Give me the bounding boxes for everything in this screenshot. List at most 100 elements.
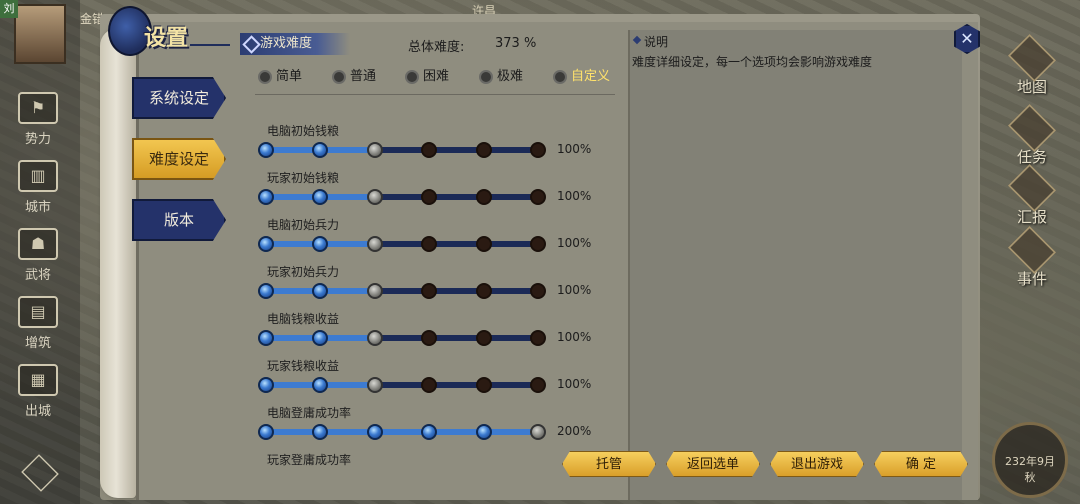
difficulty-option-easy[interactable]: 简单 [258, 68, 302, 86]
setting-slider[interactable] [258, 236, 546, 252]
rail-item-quest[interactable]: 任务 [1002, 103, 1062, 167]
ruler-avatar[interactable] [14, 4, 66, 64]
tab-system-settings[interactable]: 系统设定 [132, 77, 226, 119]
slider-knob[interactable] [312, 236, 329, 252]
setting-value: 100% [557, 377, 592, 391]
slider-knob[interactable] [530, 283, 546, 299]
setting-value: 100% [557, 142, 592, 156]
setting-label: 玩家初始钱粮 [267, 171, 340, 185]
slider-knob[interactable] [530, 236, 546, 252]
slider-knob[interactable] [421, 330, 438, 346]
description-panel [628, 30, 962, 500]
rail-item-march[interactable]: ▦ 出城 [8, 364, 68, 420]
setting-slider[interactable] [258, 142, 546, 158]
slider-knob[interactable] [258, 377, 274, 393]
setting-value: 100% [557, 236, 592, 250]
tab-version[interactable]: 版本 [132, 199, 226, 241]
setting-value: 100% [557, 283, 592, 297]
rail-item-event[interactable]: 事件 [1002, 225, 1062, 289]
difficulty-option-very-hard[interactable]: 极难 [479, 68, 523, 86]
radio-icon [405, 70, 419, 84]
slider-knob[interactable] [475, 377, 492, 393]
setting-slider[interactable] [258, 283, 546, 299]
slider-knob[interactable] [421, 142, 438, 158]
slider-knob[interactable] [366, 330, 383, 346]
setting-label: 电脑钱粮收益 [267, 312, 340, 326]
exit-game-button[interactable]: 退出游戏 [770, 451, 864, 477]
option-label: 困难 [423, 69, 450, 84]
slider-knob[interactable] [421, 283, 438, 299]
slider-knob[interactable] [475, 142, 492, 158]
difficulty-option-hard[interactable]: 困难 [405, 68, 449, 86]
radio-icon [553, 70, 567, 84]
section-title: 游戏难度 [240, 33, 350, 55]
slider-knob[interactable] [312, 424, 329, 440]
slider-knob[interactable] [421, 377, 438, 393]
difficulty-option-custom[interactable]: 自定义 [553, 68, 610, 86]
rail-item-map[interactable]: 地图 [1002, 33, 1062, 97]
slider-knob[interactable] [366, 189, 383, 205]
slider-knob[interactable] [258, 424, 274, 440]
slider-knob[interactable] [421, 236, 438, 252]
return-menu-button[interactable]: 返回选单 [666, 451, 760, 477]
slider-knob[interactable] [421, 189, 438, 205]
slider-knob[interactable] [312, 377, 329, 393]
slider-knob[interactable] [421, 424, 438, 440]
slider-knob[interactable] [475, 283, 492, 299]
march-icon: ▦ [18, 364, 58, 396]
rail-label: 增筑 [24, 336, 51, 351]
option-label: 自定义 [571, 69, 611, 84]
setting-slider[interactable] [258, 189, 546, 205]
slider-knob[interactable] [312, 283, 329, 299]
setting-label: 电脑初始兵力 [267, 218, 340, 232]
options-divider [255, 94, 615, 95]
back-arrow-icon[interactable] [21, 454, 59, 492]
slider-knob[interactable] [530, 330, 546, 346]
slider-knob[interactable] [530, 424, 546, 440]
total-difficulty-value: 373 % [495, 36, 537, 51]
setting-slider[interactable] [258, 377, 546, 393]
slider-knob[interactable] [530, 189, 546, 205]
slider-knob[interactable] [366, 142, 383, 158]
setting-label: 玩家钱粮收益 [267, 359, 340, 373]
rail-item-city[interactable]: ▥ 城市 [8, 160, 68, 216]
slider-knob[interactable] [366, 424, 383, 440]
rail-item-build[interactable]: ▤ 增筑 [8, 296, 68, 352]
slider-knob[interactable] [258, 330, 274, 346]
description-text: 难度详细设定，每一个选项均会影响游戏难度 [632, 55, 873, 69]
setting-value: 100% [557, 330, 592, 344]
rail-label: 势力 [24, 132, 51, 147]
rail-item-report[interactable]: 汇报 [1002, 163, 1062, 227]
left-nav-rail: 刘 ⚑ 势力 ▥ 城市 ☗ 武将 ▤ 增筑 ▦ 出城 [0, 0, 80, 504]
date-dial[interactable]: 232年9月 秋 [992, 422, 1068, 498]
slider-knob[interactable] [366, 377, 383, 393]
difficulty-option-normal[interactable]: 普通 [332, 68, 376, 86]
rail-item-general[interactable]: ☗ 武将 [8, 228, 68, 284]
slider-knob[interactable] [475, 424, 492, 440]
radio-icon [258, 70, 272, 84]
slider-knob[interactable] [530, 377, 546, 393]
slider-knob[interactable] [366, 236, 383, 252]
slider-knob[interactable] [312, 330, 329, 346]
slider-fill [266, 429, 538, 435]
setting-slider[interactable] [258, 424, 546, 440]
quest-icon [1007, 103, 1057, 153]
slider-knob[interactable] [258, 142, 274, 158]
slider-knob[interactable] [312, 142, 329, 158]
slider-knob[interactable] [475, 189, 492, 205]
tab-difficulty-settings[interactable]: 难度设定 [132, 138, 226, 180]
rail-label: 武将 [24, 268, 51, 283]
slider-knob[interactable] [366, 283, 383, 299]
rail-label: 出城 [24, 404, 51, 419]
slider-knob[interactable] [312, 189, 329, 205]
slider-knob[interactable] [258, 283, 274, 299]
rail-item-force[interactable]: ⚑ 势力 [8, 92, 68, 148]
slider-knob[interactable] [530, 142, 546, 158]
slider-knob[interactable] [258, 236, 274, 252]
setting-slider[interactable] [258, 330, 546, 346]
slider-knob[interactable] [475, 330, 492, 346]
slider-knob[interactable] [475, 236, 492, 252]
slider-knob[interactable] [258, 189, 274, 205]
confirm-button[interactable]: 确 定 [874, 451, 968, 477]
trust-button[interactable]: 托管 [562, 451, 656, 477]
